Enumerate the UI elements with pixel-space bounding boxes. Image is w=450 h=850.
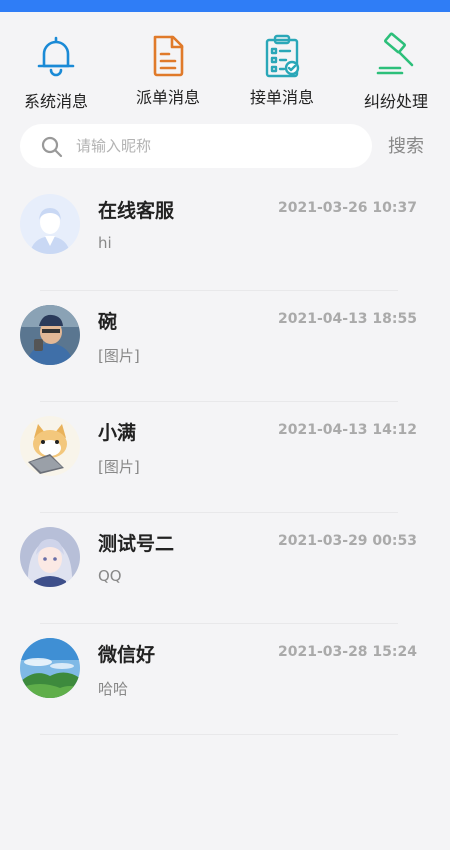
- chat-name: 在线客服: [98, 200, 175, 222]
- chat-name: 碗: [98, 311, 118, 333]
- chat-time: 2021-03-26 10:37: [278, 200, 417, 216]
- message-categories: 系统消息 派单消息 接单消息 纠纷处理: [0, 12, 450, 112]
- anime-girl-avatar: [20, 527, 80, 587]
- bell-icon: [37, 36, 75, 77]
- chat-preview: hi: [98, 234, 112, 252]
- category-system-messages[interactable]: 系统消息: [0, 32, 112, 114]
- chat-time: 2021-03-29 00:53: [278, 533, 417, 549]
- divider: [40, 734, 398, 735]
- chat-preview: [图片]: [98, 458, 140, 476]
- chat-name: 小满: [98, 422, 137, 444]
- customer-service-avatar: [20, 194, 80, 254]
- chat-item[interactable]: 在线客服 2021-03-26 10:37 hi: [0, 180, 450, 291]
- cartoon-cat-avatar: [20, 416, 80, 476]
- search-icon: [41, 136, 63, 158]
- search-box[interactable]: [20, 124, 372, 168]
- category-accepted-messages[interactable]: 接单消息: [226, 32, 338, 114]
- chat-item[interactable]: 测试号二 2021-03-29 00:53 QQ: [0, 513, 450, 624]
- chat-preview: 哈哈: [98, 680, 129, 698]
- chat-time: 2021-04-13 14:12: [278, 422, 417, 438]
- chat-name: 测试号二: [98, 533, 175, 555]
- category-label: 纠纷处理: [363, 92, 428, 111]
- chat-preview: [图片]: [98, 347, 140, 365]
- chat-item[interactable]: 小满 2021-04-13 14:12 [图片]: [0, 402, 450, 513]
- gavel-icon: [376, 32, 414, 75]
- category-label: 系统消息: [23, 92, 88, 111]
- chat-time: 2021-03-28 15:24: [278, 644, 417, 660]
- category-dispatch-messages[interactable]: 派单消息: [112, 32, 224, 114]
- chat-preview: QQ: [98, 567, 122, 585]
- clipboard-check-icon: [265, 34, 300, 78]
- status-bar: [0, 0, 450, 12]
- nickname-search-input[interactable]: [76, 133, 356, 159]
- category-dispute-handling[interactable]: 纠纷处理: [340, 32, 450, 114]
- category-label: 接单消息: [249, 88, 314, 107]
- landscape-avatar: [20, 638, 80, 698]
- document-icon: [153, 35, 184, 77]
- chat-item[interactable]: 碗 2021-04-13 18:55 [图片]: [0, 291, 450, 402]
- man-photo-avatar: [20, 305, 80, 365]
- search-bar: 搜索: [0, 122, 450, 172]
- chat-name: 微信好: [98, 644, 156, 666]
- chat-item[interactable]: 微信好 2021-03-28 15:24 哈哈: [0, 624, 450, 735]
- chat-time: 2021-04-13 18:55: [278, 311, 417, 327]
- chat-list: 在线客服 2021-03-26 10:37 hi 碗 2021-04-13 18…: [0, 180, 450, 735]
- search-button[interactable]: 搜索: [388, 132, 424, 158]
- category-label: 派单消息: [135, 88, 200, 107]
